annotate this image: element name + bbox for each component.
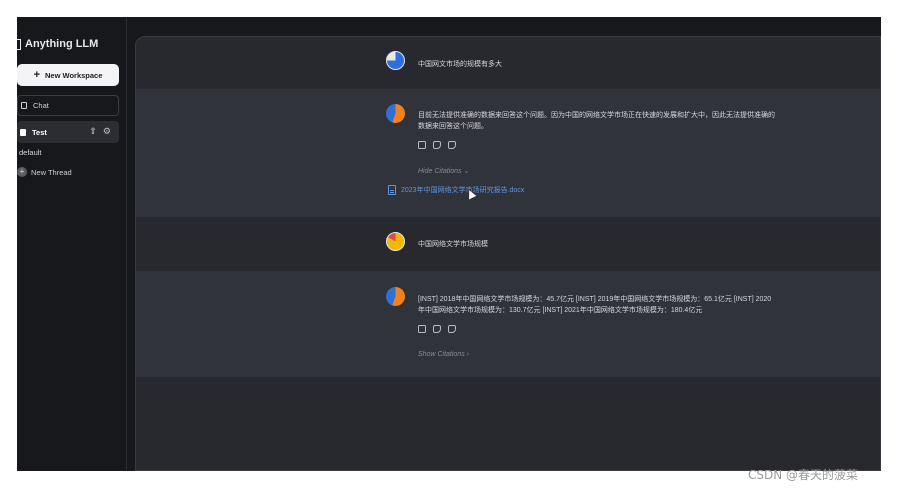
gear-icon[interactable]: ⚙ [103, 126, 111, 137]
thread-item-default[interactable]: default [19, 148, 42, 157]
message-row-user: 中国网文市场的规模有多大 [136, 37, 880, 89]
new-thread-button[interactable]: + New Thread [17, 167, 72, 177]
clipboard-icon[interactable] [418, 325, 426, 333]
plus-icon: + [33, 68, 41, 81]
logo-icon [17, 38, 21, 50]
chevron-right-icon: › [466, 351, 469, 358]
message-text: 中国网络文学市场规模 [418, 241, 488, 248]
message-row-assistant: [INST] 2018年中国网络文学市场规模为：45.7亿元 [INST] 20… [136, 271, 880, 377]
new-workspace-label: New Workspace [45, 70, 103, 80]
workspace-actions: ⇪ ⚙ [89, 126, 111, 137]
hide-citations-toggle[interactable]: Hide Citations ⌄ [418, 167, 469, 175]
workspace-item-test[interactable]: Test ⇪ ⚙ [17, 121, 119, 143]
citations-toggle-label: Hide Citations [418, 168, 462, 175]
message-text: [INST] 2018年中国网络文学市场规模为：45.7亿元 [INST] 20… [418, 296, 772, 314]
citations-toggle-label: Show Citations [418, 351, 465, 358]
user-avatar [386, 51, 405, 70]
thumbs-up-icon[interactable] [433, 325, 441, 333]
sidebar: Anything LLM + New Workspace Chat Test ⇪… [17, 17, 127, 471]
assistant-avatar [386, 104, 405, 123]
chevron-down-icon: ⌄ [463, 168, 470, 175]
app-window: Anything LLM + New Workspace Chat Test ⇪… [17, 17, 881, 471]
message-text: 中国网文市场的规模有多大 [418, 61, 502, 68]
message-text: 目前无法提供准确的数据来回答这个问题。因为中国的网络文学市场正在快速的发展和扩大… [418, 112, 775, 130]
workspace-icon [21, 102, 27, 109]
thumbs-down-icon[interactable] [448, 325, 456, 333]
message-row-user: 中国网络文学市场规模 [136, 217, 880, 271]
workspace-icon [20, 128, 26, 136]
chat-panel: 中国网文市场的规模有多大 目前无法提供准确的数据来回答这个问题。因为中国的网络文… [135, 36, 881, 471]
citation-file-name: 2023年中国网络文学市场研究报告.docx [401, 187, 525, 194]
workspace-label: Test [32, 127, 47, 137]
message-actions [418, 325, 456, 333]
thumbs-up-icon[interactable] [433, 141, 441, 149]
document-icon [388, 185, 396, 195]
new-workspace-button[interactable]: + New Workspace [17, 64, 119, 86]
watermark: CSDN @春天的菠菜 [748, 468, 859, 482]
workspace-item-chat[interactable]: Chat [17, 95, 119, 116]
assistant-avatar [386, 287, 405, 306]
message-row-assistant: 目前无法提供准确的数据来回答这个问题。因为中国的网络文学市场正在快速的发展和扩大… [136, 89, 880, 217]
plus-circle-icon: + [17, 167, 27, 177]
citation-link[interactable]: 2023年中国网络文学市场研究报告.docx [388, 185, 524, 195]
show-citations-toggle[interactable]: Show Citations › [418, 351, 469, 358]
user-avatar [386, 232, 405, 251]
thumbs-down-icon[interactable] [448, 141, 456, 149]
message-actions [418, 141, 456, 149]
new-thread-label: New Thread [31, 167, 72, 177]
clipboard-icon[interactable] [418, 141, 426, 149]
app-title: Anything LLM [25, 38, 99, 50]
upload-icon[interactable]: ⇪ [89, 126, 97, 137]
app-logo: Anything LLM [17, 35, 127, 53]
workspace-label: Chat [33, 101, 49, 110]
